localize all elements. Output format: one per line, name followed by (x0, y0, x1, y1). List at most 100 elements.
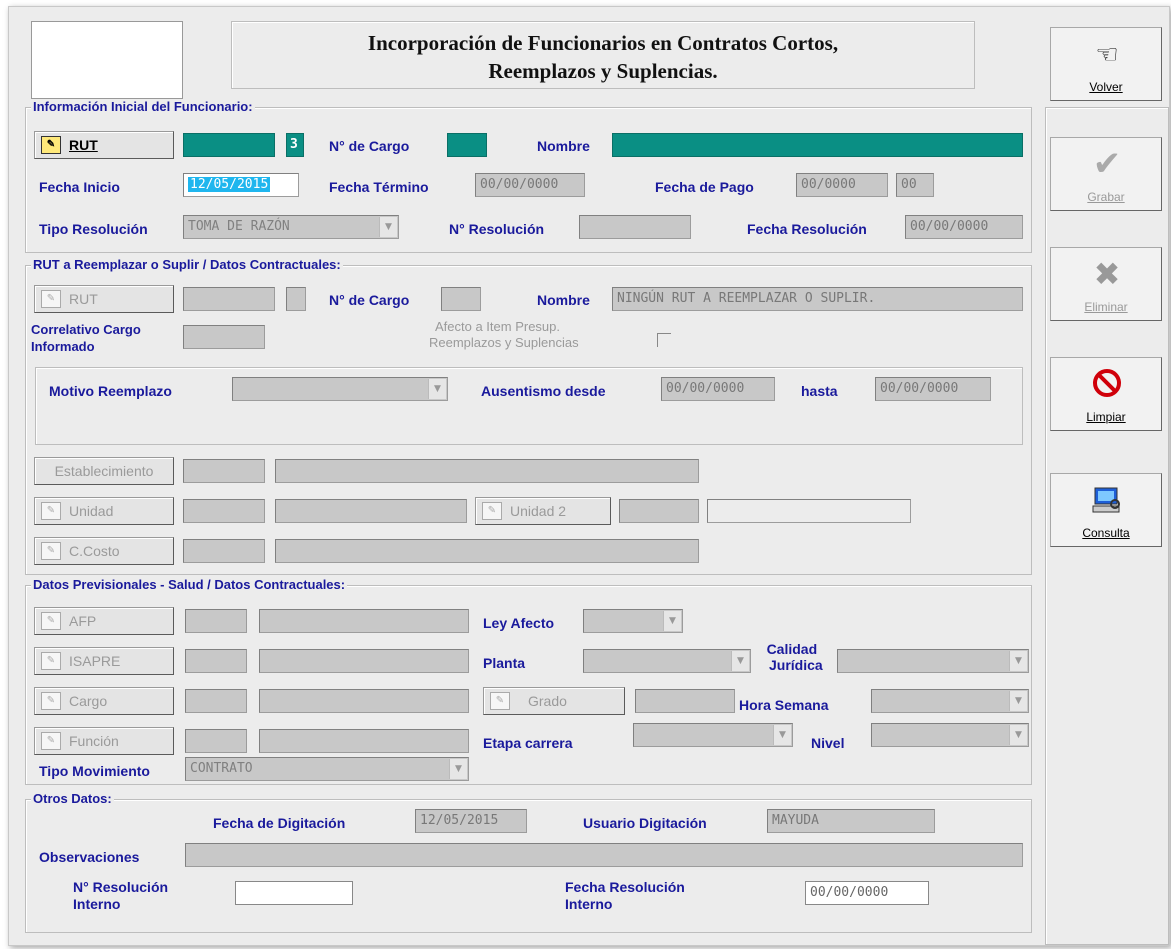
etapa-carrera-label: Etapa carrera (483, 735, 573, 751)
rut-reemplazo-field[interactable] (183, 287, 275, 311)
fres-interno-field[interactable]: 00/00/0000 (805, 881, 929, 905)
nivel-label: Nivel (811, 735, 845, 751)
afecto-label: Afecto a Item Presup. Reemplazos y Suplen… (429, 319, 579, 350)
hora-semana-label: Hora Semana (739, 697, 829, 713)
fecha-pago-month-field[interactable]: 00/0000 (796, 173, 888, 197)
nombre-label: Nombre (537, 138, 590, 154)
no-entry-icon (1091, 368, 1123, 400)
chevron-down-icon: ▼ (379, 217, 397, 237)
ncargo-field[interactable] (447, 133, 487, 157)
unidad-name-field[interactable] (275, 499, 467, 523)
isapre-name-field[interactable] (259, 649, 469, 673)
fecha-pago-day-field[interactable]: 00 (896, 173, 934, 197)
ley-afecto-dropdown[interactable]: ▼ (583, 609, 683, 633)
nombre2-field[interactable]: NINGÚN RUT A REEMPLAZAR O SUPLIR. (612, 287, 1023, 311)
section1-legend: Información Inicial del Funcionario: (31, 99, 255, 114)
ausentismo-hasta-field[interactable]: 00/00/0000 (875, 377, 991, 401)
cargo-name-field[interactable] (259, 689, 469, 713)
rut-dv-field[interactable]: 3 (286, 133, 304, 157)
usuario-digitacion-field[interactable]: MAYUDA (767, 809, 935, 833)
funcion-name-field[interactable] (259, 729, 469, 753)
fecha-digitacion-label: Fecha de Digitación (213, 815, 346, 831)
observaciones-field[interactable] (185, 843, 1023, 867)
afp-code-field[interactable] (185, 609, 247, 633)
unidad-button[interactable]: ✎ Unidad (34, 497, 174, 525)
planta-dropdown[interactable]: ▼ (583, 649, 751, 673)
fecha-resolucion-field[interactable]: 00/00/0000 (905, 215, 1023, 239)
afp-name-field[interactable] (259, 609, 469, 633)
cargo-button[interactable]: ✎ Cargo (34, 687, 174, 715)
etapa-carrera-dropdown[interactable]: ▼ (633, 723, 793, 747)
isapre-code-field[interactable] (185, 649, 247, 673)
ausentismo-desde-field[interactable]: 00/00/0000 (661, 377, 775, 401)
grabar-button[interactable]: ✔ Grabar (1050, 137, 1162, 211)
nombre2-label: Nombre (537, 292, 590, 308)
ccosto-name-field[interactable] (275, 539, 699, 563)
unidad2-button[interactable]: ✎ Unidad 2 (475, 497, 611, 525)
fecha-termino-field[interactable]: 00/00/0000 (475, 173, 585, 197)
tipo-resolucion-dropdown[interactable]: TOMA DE RAZÓN ▼ (183, 215, 399, 239)
document-icon: ✎ (41, 612, 61, 630)
fecha-pago-label: Fecha de Pago (655, 179, 754, 195)
ccosto-button[interactable]: ✎ C.Costo (34, 537, 174, 565)
page-title-line1: Incorporación de Funcionarios en Contrat… (367, 31, 839, 55)
nivel-dropdown[interactable]: ▼ (871, 723, 1029, 747)
nresolucion-label: N° Resolución (449, 221, 545, 237)
chevron-down-icon: ▼ (1009, 725, 1027, 745)
nres-interno-label: N° Resolución Interno (73, 879, 169, 912)
funcion-code-field[interactable] (185, 729, 247, 753)
planta-label: Planta (483, 655, 526, 671)
afp-button[interactable]: ✎ AFP (34, 607, 174, 635)
fecha-inicio-field[interactable]: 12/05/2015 (183, 173, 299, 197)
grado-button[interactable]: ✎ Grado (483, 687, 625, 715)
correlativo-field[interactable] (183, 325, 265, 349)
pointing-hand-icon: ☜ (1095, 39, 1119, 69)
nres-interno-field[interactable] (235, 881, 353, 905)
ncargo-label: N° de Cargo (329, 138, 410, 154)
eliminar-button[interactable]: ✖ Eliminar (1050, 247, 1162, 321)
title-box: Incorporación de Funcionarios en Contrat… (231, 21, 975, 89)
unidad2-code-field[interactable] (619, 499, 699, 523)
rut-reemplazo-dv-field[interactable] (286, 287, 306, 311)
ncargo2-label: N° de Cargo (329, 292, 410, 308)
tipo-movimiento-dropdown[interactable]: CONTRATO ▼ (185, 757, 469, 781)
grado-field[interactable] (635, 689, 735, 713)
unidad-code-field[interactable] (183, 499, 265, 523)
fecha-digitacion-field[interactable]: 12/05/2015 (415, 809, 527, 833)
isapre-button[interactable]: ✎ ISAPRE (34, 647, 174, 675)
cargo-code-field[interactable] (185, 689, 247, 713)
funcion-button[interactable]: ✎ Función (34, 727, 174, 755)
ccosto-code-field[interactable] (183, 539, 265, 563)
motivo-label: Motivo Reemplazo (49, 383, 172, 399)
rut-reemplazo-button[interactable]: ✎ RUT (34, 285, 174, 313)
chevron-down-icon: ▼ (1009, 691, 1027, 711)
document-icon: ✎ (41, 732, 61, 750)
afecto-checkbox[interactable] (657, 333, 671, 347)
unidad2-name-field[interactable] (707, 499, 911, 523)
establecimiento-name-field[interactable] (275, 459, 699, 483)
section4-legend: Otros Datos: (31, 791, 114, 806)
nombre-field[interactable] (612, 133, 1023, 157)
volver-button[interactable]: ☜ Volver (1050, 27, 1162, 101)
establecimiento-code-field[interactable] (183, 459, 265, 483)
motivo-dropdown[interactable]: ▼ (232, 377, 448, 401)
document-icon: ✎ (41, 652, 61, 670)
limpiar-button[interactable]: Limpiar (1050, 357, 1162, 431)
hora-semana-dropdown[interactable]: ▼ (871, 689, 1029, 713)
consulta-button[interactable]: Consulta (1050, 473, 1162, 547)
ncargo2-field[interactable] (441, 287, 481, 311)
rut-field[interactable] (183, 133, 275, 157)
calidad-juridica-label: Calidad Jurídica (766, 641, 823, 673)
chevron-down-icon: ▼ (663, 611, 681, 631)
chevron-down-icon: ▼ (1009, 651, 1027, 671)
document-icon: ✎ (482, 502, 502, 520)
ausentismo-label: Ausentismo desde (481, 383, 606, 399)
nresolucion-field[interactable] (579, 215, 691, 239)
establecimiento-button[interactable]: Establecimiento (34, 457, 174, 485)
section3-legend: Datos Previsionales - Salud / Datos Cont… (31, 577, 348, 592)
calidad-juridica-dropdown[interactable]: ▼ (837, 649, 1029, 673)
chevron-down-icon: ▼ (773, 725, 791, 745)
hasta-label: hasta (801, 383, 838, 399)
usuario-digitacion-label: Usuario Digitación (583, 815, 707, 831)
rut-button[interactable]: ✎ RUT (34, 131, 174, 159)
